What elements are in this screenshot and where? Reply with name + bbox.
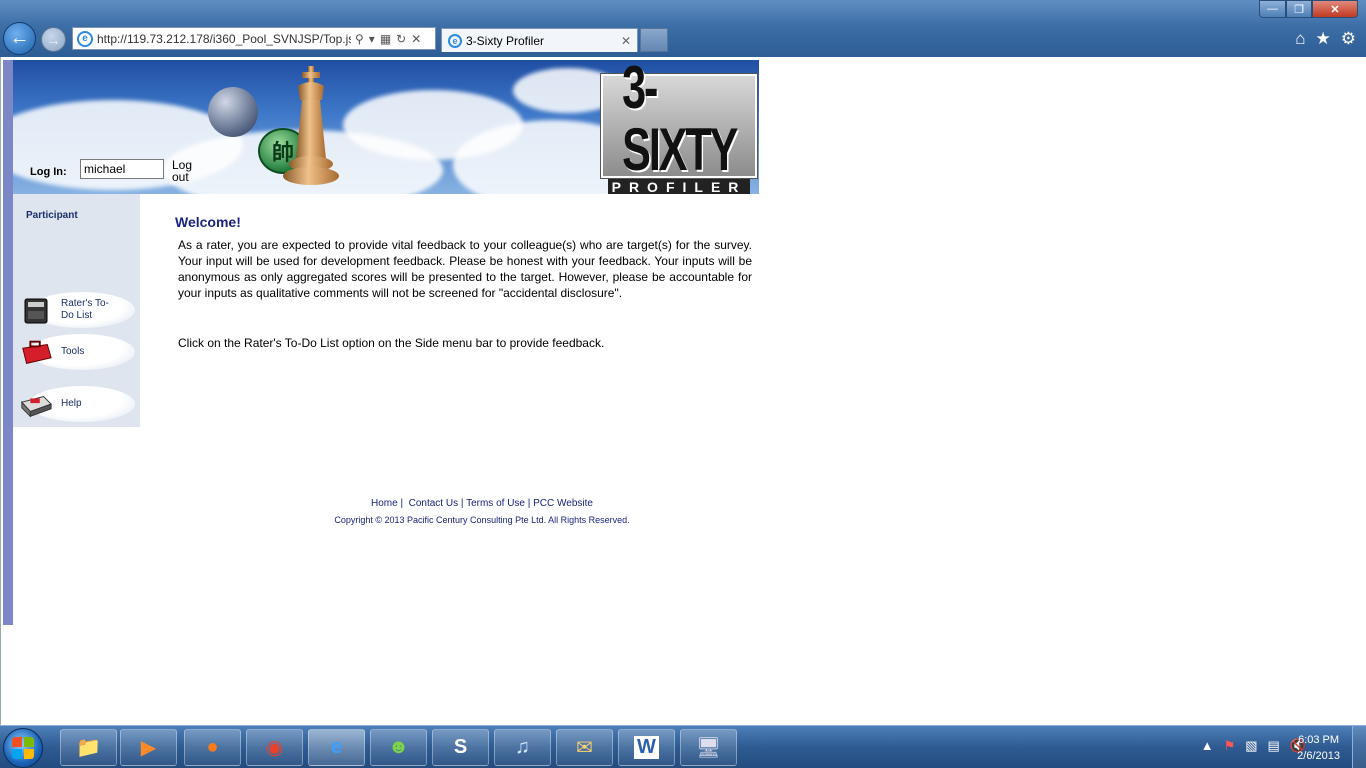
address-bar-icons: ⚲ ▾ ▦ ↻ ✕ [355, 32, 421, 46]
taskbar: 📁 ▶ ● ◉ e ☻ S ♫ ✉ W 🖥 ▲ ⚑ ▧ ▤ 🔇 6:03 PM … [0, 725, 1366, 768]
address-bar[interactable]: e http://119.73.212.178/i360_Pool_SVNJSP… [72, 27, 436, 50]
username-field[interactable] [80, 159, 164, 179]
logo-title: 3-SIXTY [621, 60, 738, 183]
search-icon[interactable]: ⚲ [355, 32, 364, 46]
browser-chrome: — ❐ ✕ ← → e http://119.73.212.178/i360_P… [0, 0, 1366, 57]
page-title: Welcome! [175, 214, 241, 230]
explorer-icon: 📁 [76, 737, 101, 759]
refresh-icon[interactable]: ↻ [396, 32, 406, 46]
close-window-button[interactable]: ✕ [1312, 0, 1358, 18]
window-controls: — ❐ ✕ [1259, 0, 1358, 18]
messenger-icon: ☻ [387, 736, 410, 758]
tab-title: 3-Sixty Profiler [466, 33, 545, 48]
copyright-text: Copyright © 2013 Pacific Century Consult… [334, 515, 630, 525]
gear-icon[interactable]: ⚙ [1341, 29, 1356, 49]
word-icon: W [634, 736, 659, 759]
media-player-icon: ▶ [140, 737, 157, 759]
taskbar-explorer[interactable]: 📁 [60, 729, 117, 766]
maximize-button[interactable]: ❐ [1286, 0, 1312, 18]
sidebar-item-label[interactable]: Rater's To-Do List [61, 298, 113, 322]
taskbar-word[interactable]: W [618, 729, 675, 766]
windows-logo-icon [24, 749, 34, 759]
help-box-icon[interactable] [19, 391, 53, 419]
chrome-icon: ◉ [265, 737, 284, 759]
sphere-image [208, 87, 258, 137]
instruction-paragraph: Click on the Rater's To-Do List option o… [178, 336, 605, 350]
footer-link-terms[interactable]: Terms of Use [466, 498, 525, 509]
home-icon[interactable]: ⌂ [1295, 29, 1305, 49]
address-url[interactable]: http://119.73.212.178/i360_Pool_SVNJSP/T… [97, 32, 351, 46]
windows-logo-icon [12, 749, 22, 759]
minimize-button[interactable]: — [1259, 0, 1286, 18]
outlook-icon: ✉ [576, 737, 593, 759]
login-label: Log In: [30, 166, 67, 178]
new-tab-button[interactable] [640, 28, 668, 52]
clock-time: 6:03 PM [1298, 734, 1340, 746]
favorites-star-icon[interactable]: ★ [1316, 29, 1331, 49]
show-desktop-button[interactable] [1352, 726, 1366, 768]
left-accent-strip [3, 60, 13, 625]
forward-arrow-icon: → [46, 31, 61, 48]
windows-logo-icon [12, 737, 22, 747]
sidebar-title: Participant [26, 210, 78, 221]
header-banner: 帥 3-SIXTY PROFILER Log In: Log out [13, 60, 759, 194]
dropdown-icon[interactable]: ▾ [369, 32, 375, 46]
network-icon: 🖥 [695, 737, 722, 759]
sidebar-item-tools[interactable]: Tools [17, 332, 135, 372]
action-center-flag-icon[interactable]: ⚑ [1224, 738, 1236, 754]
brand-logo: 3-SIXTY PROFILER [600, 60, 758, 194]
device-icon[interactable]: ▧ [1245, 738, 1257, 754]
taskbar-internet-explorer[interactable]: e [308, 729, 365, 766]
sidebar-item-label[interactable]: Help [61, 398, 82, 410]
taskbar-clock[interactable]: 6:03 PM 2/6/2013 [1297, 732, 1340, 764]
taskbar-network[interactable]: 🖥 [680, 729, 737, 766]
ie-favicon-icon: e [448, 33, 462, 48]
taskbar-media-player[interactable]: ▶ [120, 729, 177, 766]
footer-link-home[interactable]: Home [371, 498, 398, 509]
side-menu: Participant Rater's To-Do List Tools Hel… [13, 194, 140, 427]
windows-logo-icon [24, 737, 34, 747]
footer-link-contact[interactable]: Contact Us [409, 498, 458, 509]
browser-toolbar-right: ⌂ ★ ⚙ [1295, 29, 1356, 49]
internet-explorer-icon: e [330, 736, 343, 758]
toolbox-icon[interactable] [19, 339, 53, 367]
ie-favicon-icon: e [77, 30, 93, 47]
sidebar-item-raters-todo-list[interactable]: Rater's To-Do List [17, 290, 135, 330]
taskbar-chrome[interactable]: ◉ [246, 729, 303, 766]
taskbar-firefox[interactable]: ● [184, 729, 241, 766]
compatibility-icon[interactable]: ▦ [380, 32, 391, 46]
printer-icon[interactable] [19, 297, 53, 325]
close-tab-icon[interactable]: ✕ [621, 34, 631, 48]
network-status-icon[interactable]: ▤ [1268, 738, 1280, 754]
start-button[interactable] [3, 728, 43, 768]
intro-paragraph: As a rater, you are expected to provide … [178, 238, 752, 300]
footer-link-pcc-website[interactable]: PCC Website [533, 498, 593, 509]
stop-icon[interactable]: ✕ [411, 32, 421, 46]
taskbar-skype[interactable]: S [432, 729, 489, 766]
show-hidden-icons-icon[interactable]: ▲ [1201, 738, 1214, 754]
page-content: 帥 3-SIXTY PROFILER Log In: Log out [0, 57, 1366, 725]
back-button[interactable]: ← [3, 22, 36, 55]
logout-link[interactable]: Log out [172, 159, 200, 183]
sidebar-item-label[interactable]: Tools [61, 346, 84, 358]
sidebar-item-help[interactable]: Help [17, 384, 135, 424]
chess-king-icon [283, 66, 339, 185]
system-tray: ▲ ⚑ ▧ ▤ 🔇 [1201, 738, 1306, 754]
clock-date: 2/6/2013 [1297, 750, 1340, 762]
footer-links: Home | Contact Us | Terms of Use | PCC W… [371, 498, 593, 509]
tab-3sixty-profiler[interactable]: e 3-Sixty Profiler ✕ [441, 28, 638, 52]
itunes-icon: ♫ [515, 736, 530, 758]
back-arrow-icon: ← [9, 27, 30, 49]
firefox-icon: ● [206, 736, 219, 758]
taskbar-messenger[interactable]: ☻ [370, 729, 427, 766]
skype-icon: S [453, 736, 468, 758]
taskbar-itunes[interactable]: ♫ [494, 729, 551, 766]
taskbar-outlook[interactable]: ✉ [556, 729, 613, 766]
forward-button[interactable]: → [41, 27, 66, 52]
